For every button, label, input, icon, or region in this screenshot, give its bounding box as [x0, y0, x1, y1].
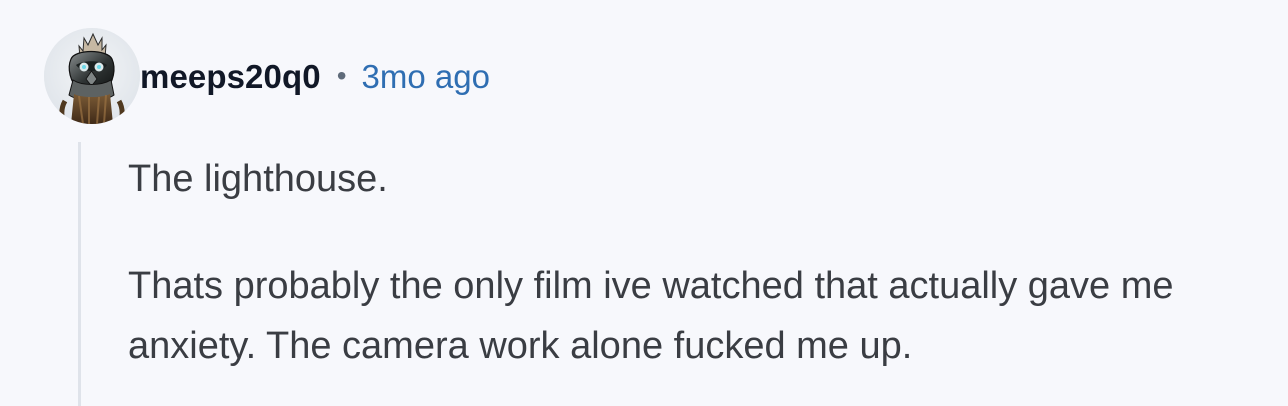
comment-meta: meeps20q0 • 3mo ago	[140, 54, 490, 100]
comment: meeps20q0 • 3mo ago The lighthouse. That…	[0, 0, 1288, 406]
meta-separator: •	[336, 60, 347, 91]
robot-avatar-icon	[44, 28, 140, 124]
comment-paragraph: Thats probably the only film ive watched…	[128, 265, 1174, 367]
username-link[interactable]: meeps20q0	[140, 58, 321, 96]
thread-line[interactable]	[78, 142, 81, 406]
comment-body: The lighthouse. Thats probably the only …	[128, 149, 1238, 376]
comment-timestamp[interactable]: 3mo ago	[362, 58, 490, 96]
comment-paragraph: The lighthouse.	[128, 158, 388, 200]
user-avatar[interactable]	[44, 28, 140, 124]
